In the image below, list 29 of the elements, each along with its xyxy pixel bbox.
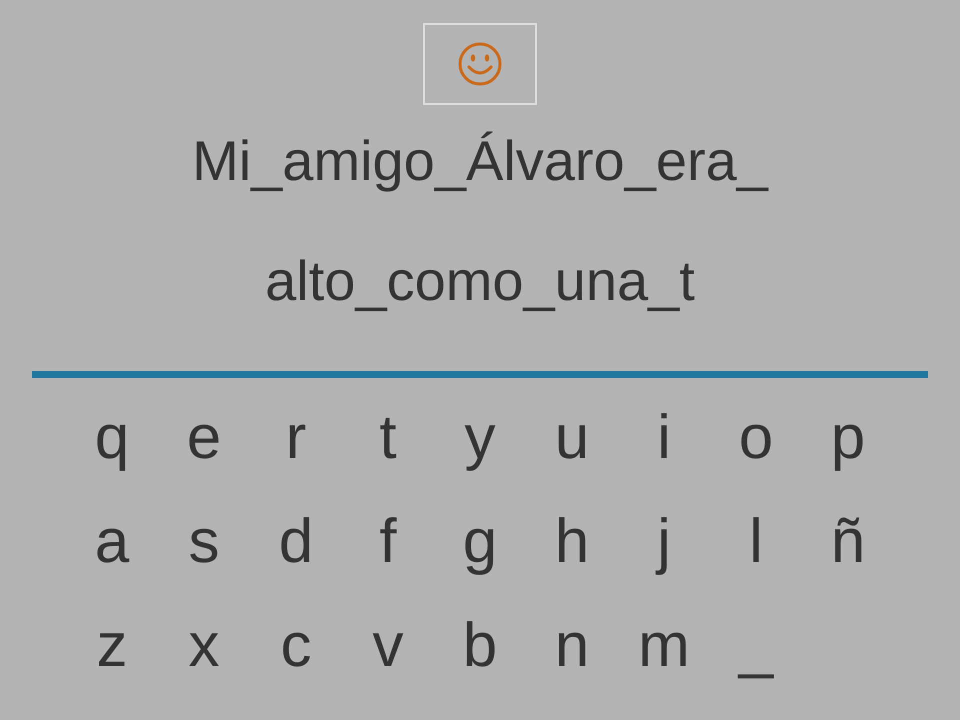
letter-key[interactable]: e — [158, 400, 250, 476]
letter-key[interactable]: ñ — [802, 504, 894, 580]
letter-key[interactable]: n — [526, 608, 618, 684]
letter-key[interactable]: t — [342, 400, 434, 476]
letter-key[interactable]: i — [618, 400, 710, 476]
letter-key[interactable]: f — [342, 504, 434, 580]
smiley-icon — [457, 41, 503, 87]
letter-key[interactable]: b — [434, 608, 526, 684]
letter-key[interactable]: o — [710, 400, 802, 476]
letter-key[interactable]: r — [250, 400, 342, 476]
letter-key[interactable]: s — [158, 504, 250, 580]
letter-key[interactable]: _ — [710, 608, 802, 684]
letter-key[interactable]: d — [250, 504, 342, 580]
letter-key[interactable]: q — [66, 400, 158, 476]
sentence-line: Mi_amigo_Álvaro_era_ — [192, 128, 768, 194]
letter-key[interactable]: h — [526, 504, 618, 580]
letter-key[interactable]: p — [802, 400, 894, 476]
letter-key[interactable]: g — [434, 504, 526, 580]
letter-key[interactable]: j — [618, 504, 710, 580]
letter-key[interactable]: m — [618, 608, 710, 684]
letter-key[interactable]: y — [434, 400, 526, 476]
letter-key[interactable]: x — [158, 608, 250, 684]
sentence-line: alto_como_una_t — [265, 248, 695, 314]
letter-key[interactable]: l — [710, 504, 802, 580]
letter-key[interactable]: u — [526, 400, 618, 476]
letter-key[interactable]: c — [250, 608, 342, 684]
letter-key[interactable]: z — [66, 608, 158, 684]
letter-key[interactable]: v — [342, 608, 434, 684]
letter-key[interactable]: a — [66, 504, 158, 580]
